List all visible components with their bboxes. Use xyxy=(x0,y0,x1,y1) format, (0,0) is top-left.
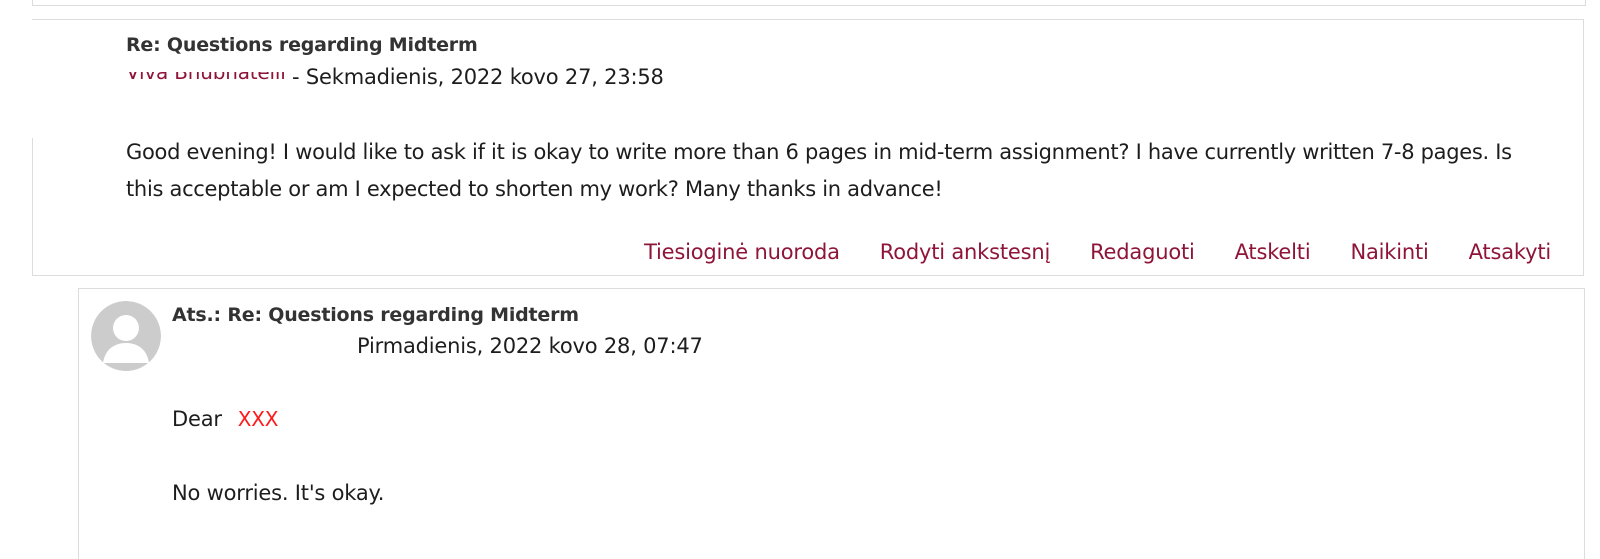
post-commands: Tiesioginė nuoroda Rodyti ankstesnį Reda… xyxy=(644,240,1551,264)
post-subject: Re: Questions regarding Midterm xyxy=(126,34,478,56)
previous-post-edge xyxy=(32,0,1586,6)
post-date: Sekmadienis, 2022 kovo 27, 23:58 xyxy=(305,65,664,89)
reply-message: No worries. It's okay. xyxy=(172,481,385,505)
permalink-link[interactable]: Tiesioginė nuoroda xyxy=(644,240,840,264)
user-silhouette-icon[interactable] xyxy=(91,301,161,371)
greeting-text: Dear xyxy=(172,407,222,431)
reply-greeting: Dear XXX xyxy=(172,407,279,431)
split-link[interactable]: Atskelti xyxy=(1235,240,1311,264)
redacted-name: XXX xyxy=(237,407,279,431)
reply-subject: Ats.: Re: Questions regarding Midterm xyxy=(172,304,579,326)
edit-link[interactable]: Redaguoti xyxy=(1090,240,1195,264)
delete-link[interactable]: Naikinti xyxy=(1350,240,1428,264)
author-link[interactable]: Viva Bhubhatelli xyxy=(126,72,286,82)
forum-reply-post: Ats.: Re: Questions regarding Midterm Pi… xyxy=(78,288,1585,559)
show-parent-link[interactable]: Rodyti ankstesnį xyxy=(880,240,1051,264)
post-byline: Viva Bhubhatelli - Sekmadienis, 2022 kov… xyxy=(126,65,664,89)
forum-post: Re: Questions regarding Midterm Viva Bhu… xyxy=(32,19,1584,276)
post-border-line xyxy=(32,138,33,275)
reply-date: Pirmadienis, 2022 kovo 28, 07:47 xyxy=(357,334,703,358)
post-message: Good evening! I would like to ask if it … xyxy=(126,140,1512,201)
reply-link[interactable]: Atsakyti xyxy=(1469,240,1552,264)
byline-separator: - xyxy=(285,65,306,89)
